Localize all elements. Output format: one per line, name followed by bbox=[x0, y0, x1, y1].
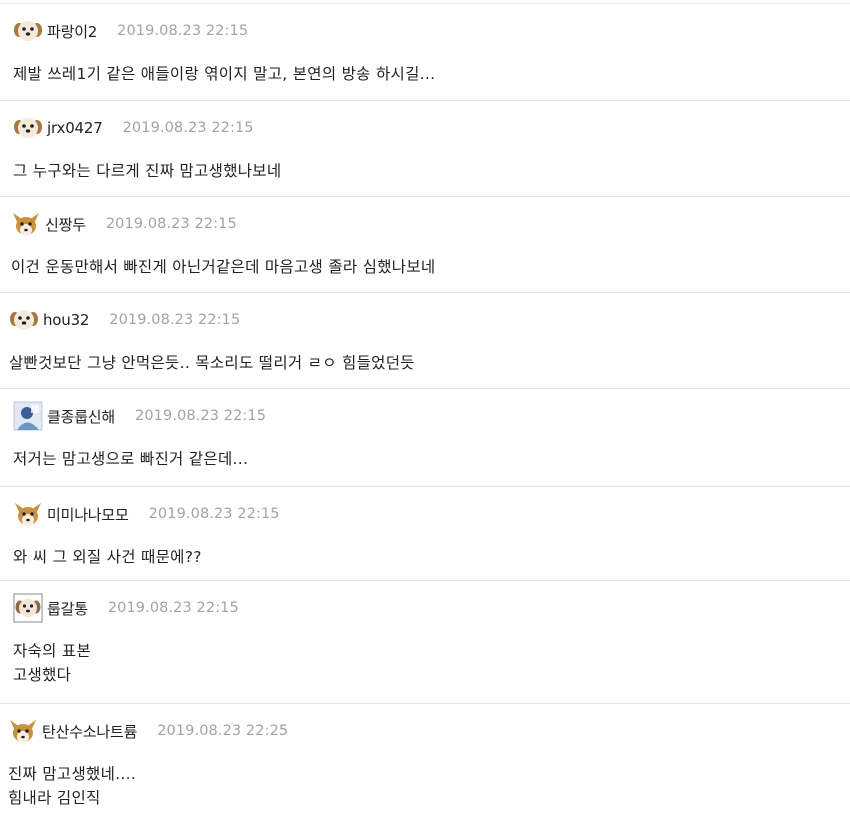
comment-nickname[interactable]: 신짱두 bbox=[45, 214, 86, 235]
comment-nickname[interactable]: hou32 bbox=[43, 311, 89, 329]
comment-item: 클종룹신해 2019.08.23 22:15 저거는 맘고생으로 빠진거 같은데… bbox=[0, 388, 850, 486]
comment-header: jrx0427 2019.08.23 22:15 bbox=[13, 113, 254, 143]
comment-timestamp: 2019.08.23 22:15 bbox=[135, 408, 267, 424]
comment-header: 파랑이2 2019.08.23 22:15 bbox=[13, 16, 248, 46]
photo-avatar-icon[interactable] bbox=[13, 401, 43, 431]
comment-body: 저거는 맘고생으로 빠진거 같은데... bbox=[13, 447, 248, 471]
comment-timestamp: 2019.08.23 22:15 bbox=[117, 23, 249, 39]
comment-line: 고생했다 bbox=[13, 666, 72, 684]
comment-line: 자숙의 표본 bbox=[13, 642, 92, 660]
comment-nickname[interactable]: 미미나나모모 bbox=[47, 504, 129, 525]
puppy-avatar-icon[interactable] bbox=[13, 16, 43, 46]
fox-avatar-icon[interactable] bbox=[11, 209, 41, 239]
comment-header: 룹갈통 2019.08.23 22:15 bbox=[13, 593, 239, 623]
comment-nickname[interactable]: 파랑이2 bbox=[47, 21, 97, 42]
comment-line: 저거는 맘고생으로 빠진거 같은데... bbox=[13, 450, 249, 468]
comment-item: 파랑이2 2019.08.23 22:15 제발 쓰레1기 같은 애들이랑 엮이… bbox=[0, 3, 850, 100]
comment-line: 힘내라 김인직 bbox=[8, 789, 101, 807]
comment-body: 제발 쓰레1기 같은 애들이랑 엮이지 말고, 본연의 방송 하시길... bbox=[13, 62, 435, 86]
comment-nickname[interactable]: jrx0427 bbox=[47, 119, 103, 137]
comment-line: 와 씨 그 외질 사건 때문에?? bbox=[13, 548, 202, 566]
comment-line: 진짜 맘고생했네.... bbox=[8, 765, 137, 783]
comment-list: 파랑이2 2019.08.23 22:15 제발 쓰레1기 같은 애들이랑 엮이… bbox=[0, 0, 850, 815]
comment-item: 미미나나모모 2019.08.23 22:15 와 씨 그 외질 사건 때문에?… bbox=[0, 486, 850, 580]
comment-header: 탄산수소나트륨 2019.08.23 22:25 bbox=[8, 716, 288, 746]
comment-timestamp: 2019.08.23 22:15 bbox=[109, 312, 241, 328]
comment-nickname[interactable]: 클종룹신해 bbox=[47, 406, 115, 427]
comment-body: 자숙의 표본 고생했다 bbox=[13, 639, 91, 687]
comment-header: hou32 2019.08.23 22:15 bbox=[9, 305, 240, 335]
comment-timestamp: 2019.08.23 22:15 bbox=[107, 600, 239, 616]
comment-body: 그 누구와는 다르게 진짜 맘고생했나보네 bbox=[13, 159, 281, 183]
comment-line: 제발 쓰레1기 같은 애들이랑 엮이지 말고, 본연의 방송 하시길... bbox=[13, 65, 436, 83]
comment-nickname[interactable]: 룹갈통 bbox=[47, 598, 88, 619]
comment-header: 신짱두 2019.08.23 22:15 bbox=[11, 209, 237, 239]
comment-item: 신짱두 2019.08.23 22:15 이건 운동만해서 빠진게 아닌거같은데… bbox=[0, 196, 850, 292]
comment-line: 이건 운동만해서 빠진게 아닌거같은데 마음고생 졸라 심했나보네 bbox=[11, 258, 436, 276]
comment-body: 진짜 맘고생했네.... 힘내라 김인직 bbox=[8, 762, 136, 810]
comment-header: 미미나나모모 2019.08.23 22:15 bbox=[13, 499, 280, 529]
comment-body: 이건 운동만해서 빠진게 아닌거같은데 마음고생 졸라 심했나보네 bbox=[11, 255, 435, 279]
comment-header: 클종룹신해 2019.08.23 22:15 bbox=[13, 401, 266, 431]
comment-nickname[interactable]: 탄산수소나트륨 bbox=[42, 721, 137, 742]
comment-item: 룹갈통 2019.08.23 22:15 자숙의 표본 고생했다 bbox=[0, 580, 850, 703]
comment-timestamp: 2019.08.23 22:15 bbox=[122, 120, 254, 136]
fox-avatar-icon[interactable] bbox=[13, 499, 43, 529]
puppy-framed-avatar-icon[interactable] bbox=[13, 593, 43, 623]
puppy-avatar-icon[interactable] bbox=[13, 113, 43, 143]
comment-timestamp: 2019.08.23 22:15 bbox=[105, 216, 237, 232]
comment-item: jrx0427 2019.08.23 22:15 그 누구와는 다르게 진짜 맘… bbox=[0, 100, 850, 196]
fox-avatar-icon[interactable] bbox=[8, 716, 38, 746]
comment-body: 와 씨 그 외질 사건 때문에?? bbox=[13, 545, 202, 569]
comment-line: 그 누구와는 다르게 진짜 맘고생했나보네 bbox=[13, 162, 282, 180]
comment-line: 살빤것보단 그냥 안먹은듯.. 목소리도 떨리거 ㄹㅇ 힘들었던듯 bbox=[9, 354, 415, 372]
comment-timestamp: 2019.08.23 22:25 bbox=[157, 723, 289, 739]
comment-timestamp: 2019.08.23 22:15 bbox=[148, 506, 280, 522]
puppy-avatar-icon[interactable] bbox=[9, 305, 39, 335]
comment-item: hou32 2019.08.23 22:15 살빤것보단 그냥 안먹은듯.. 목… bbox=[0, 292, 850, 388]
comment-item: 탄산수소나트륨 2019.08.23 22:25 진짜 맘고생했네.... 힘내… bbox=[0, 703, 850, 815]
comment-body: 살빤것보단 그냥 안먹은듯.. 목소리도 떨리거 ㄹㅇ 힘들었던듯 bbox=[9, 351, 415, 375]
